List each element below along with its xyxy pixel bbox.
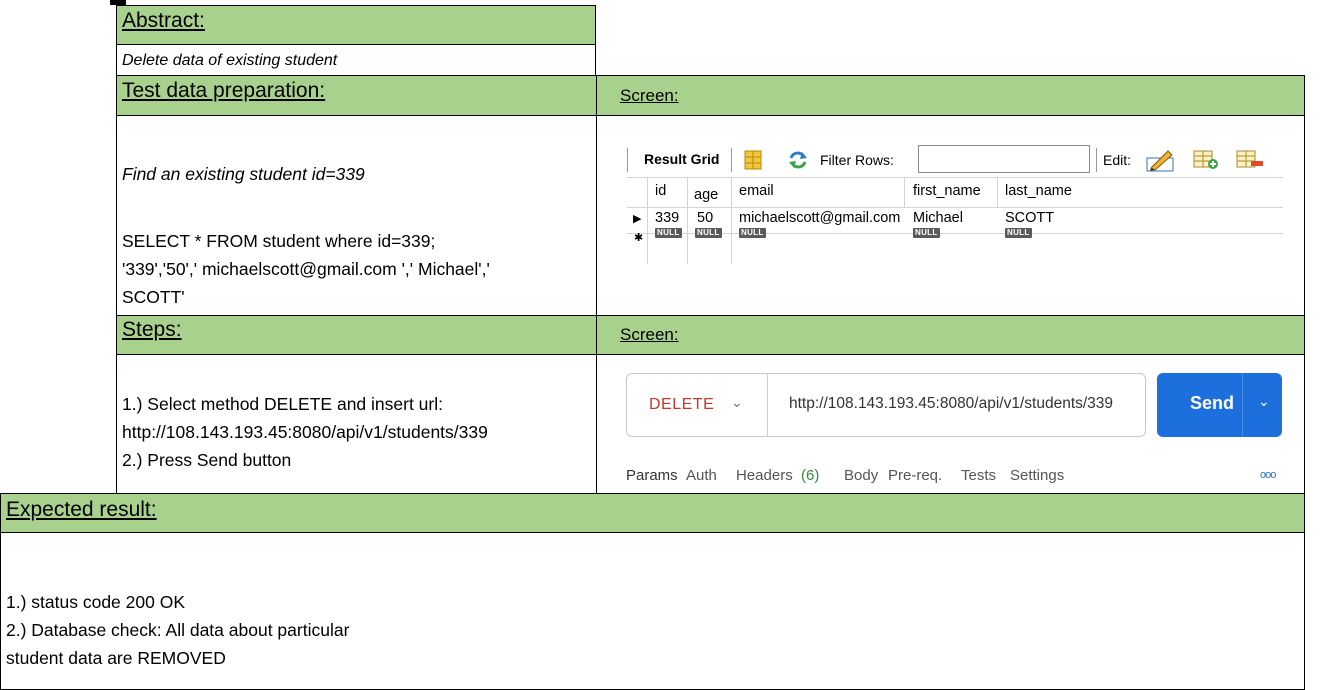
tab-pre-request[interactable]: Pre-req. — [888, 467, 942, 484]
column-header-email[interactable]: email — [739, 183, 774, 199]
test-data-line2: SELECT * FROM student where id=339; — [122, 231, 436, 251]
null-badge[interactable]: NULL — [655, 228, 682, 238]
steps-line2: http://108.143.193.45:8080/api/v1/studen… — [122, 422, 488, 442]
cell-last-name[interactable]: SCOTT — [1005, 210, 1054, 226]
current-row-marker-icon: ▶ — [633, 213, 642, 225]
row-divider — [627, 233, 1283, 234]
abstract-header: Abstract: — [116, 5, 596, 45]
test-data-line3: '339','50',' michaelscott@gmail.com ',' … — [122, 259, 490, 279]
cell-first-name[interactable]: Michael — [913, 210, 963, 226]
steps-header-label: Steps: — [122, 318, 182, 341]
method-url-divider — [767, 374, 768, 436]
null-badge[interactable]: NULL — [695, 228, 722, 238]
toolbar-separator — [1096, 148, 1097, 172]
steps-header: Steps: — [116, 315, 597, 355]
send-divider — [1242, 373, 1243, 437]
expected-body: 1.) status code 200 OK 2.) Database chec… — [0, 532, 1305, 690]
column-header-last-name[interactable]: last_name — [1005, 183, 1072, 199]
toolbar-separator — [627, 148, 628, 172]
test-data-body: Find an existing student id=339 SELECT *… — [116, 115, 597, 316]
steps-line1: 1.) Select method DELETE and insert url: — [122, 394, 443, 414]
test-data-screen-header: Screen: — [596, 75, 1305, 116]
toolbar-separator — [731, 148, 732, 172]
abstract-text: Delete data of existing student — [122, 52, 338, 69]
result-grid-toolbar: Result Grid Filter Rows: Edit: — [627, 144, 1283, 174]
send-button[interactable]: Send ⌄ — [1157, 373, 1282, 437]
headers-count-badge: (6) — [801, 467, 820, 484]
expected-line1: 1.) status code 200 OK — [6, 592, 185, 612]
null-badge[interactable]: NULL — [1005, 228, 1032, 238]
grid-layout-icon[interactable] — [744, 150, 762, 170]
expected-line2: 2.) Database check: All data about parti… — [6, 620, 350, 640]
expected-line3: student data are REMOVED — [6, 648, 226, 668]
refresh-icon[interactable] — [787, 150, 809, 170]
expected-header: Expected result: — [0, 493, 1305, 533]
send-chevron-down-icon[interactable]: ⌄ — [1258, 393, 1270, 410]
delete-row-icon[interactable] — [1236, 149, 1264, 171]
tab-tests[interactable]: Tests — [961, 467, 996, 484]
steps-screen-header: Screen: — [596, 315, 1305, 355]
null-badge[interactable]: NULL — [913, 228, 940, 238]
test-case-document: Abstract: Delete data of existing studen… — [0, 0, 1321, 690]
column-header-id[interactable]: id — [655, 183, 666, 199]
result-grid-tab[interactable]: Result Grid — [644, 151, 719, 167]
request-bar: DELETE ⌄ http://108.143.193.45:8080/api/… — [626, 373, 1146, 437]
null-badge[interactable]: NULL — [739, 228, 766, 238]
cell-id[interactable]: 339 — [655, 210, 679, 226]
method-chevron-down-icon[interactable]: ⌄ — [731, 394, 743, 411]
cell-email[interactable]: michaelscott@gmail.com — [739, 210, 900, 226]
test-data-header-label: Test data preparation: — [122, 79, 326, 102]
column-header-first-name[interactable]: first_name — [913, 183, 981, 199]
steps-screen-label: Screen: — [620, 325, 679, 344]
test-data-header: Test data preparation: — [116, 75, 597, 116]
url-input[interactable]: http://108.143.193.45:8080/api/v1/studen… — [789, 395, 1113, 413]
expected-header-label: Expected result: — [6, 498, 157, 521]
tab-headers[interactable]: Headers — [736, 467, 793, 484]
steps-line3: 2.) Press Send button — [122, 450, 292, 470]
add-row-icon[interactable] — [1193, 149, 1219, 171]
abstract-body: Delete data of existing student — [116, 44, 596, 76]
filter-rows-input[interactable] — [918, 145, 1090, 173]
send-button-label: Send — [1190, 393, 1235, 413]
tab-body[interactable]: Body — [844, 467, 878, 484]
result-grid-screenshot: Result Grid Filter Rows: Edit: id age em… — [621, 136, 1289, 286]
test-data-line1: Find an existing student id=339 — [122, 164, 365, 184]
result-grid-table: id age email first_name last_name ▶ ✱ 33… — [627, 177, 1283, 266]
test-data-line4: SCOTT' — [122, 287, 185, 307]
method-select[interactable]: DELETE — [649, 396, 714, 414]
tab-settings[interactable]: Settings — [1010, 467, 1064, 484]
new-row-marker-icon: ✱ — [634, 232, 644, 244]
edit-label: Edit: — [1103, 152, 1132, 168]
tab-auth[interactable]: Auth — [686, 467, 717, 484]
abstract-header-label: Abstract: — [122, 9, 205, 32]
cell-age[interactable]: 50 — [697, 210, 713, 226]
edit-pencil-icon[interactable] — [1146, 148, 1176, 172]
column-header-age[interactable]: age — [694, 187, 718, 203]
test-data-screen-label: Screen: — [620, 86, 679, 105]
tab-params[interactable]: Params — [626, 467, 678, 484]
filter-rows-label: Filter Rows: — [820, 152, 894, 168]
steps-body: 1.) Select method DELETE and insert url:… — [116, 354, 597, 494]
more-options-icon[interactable]: ooo — [1260, 469, 1276, 481]
